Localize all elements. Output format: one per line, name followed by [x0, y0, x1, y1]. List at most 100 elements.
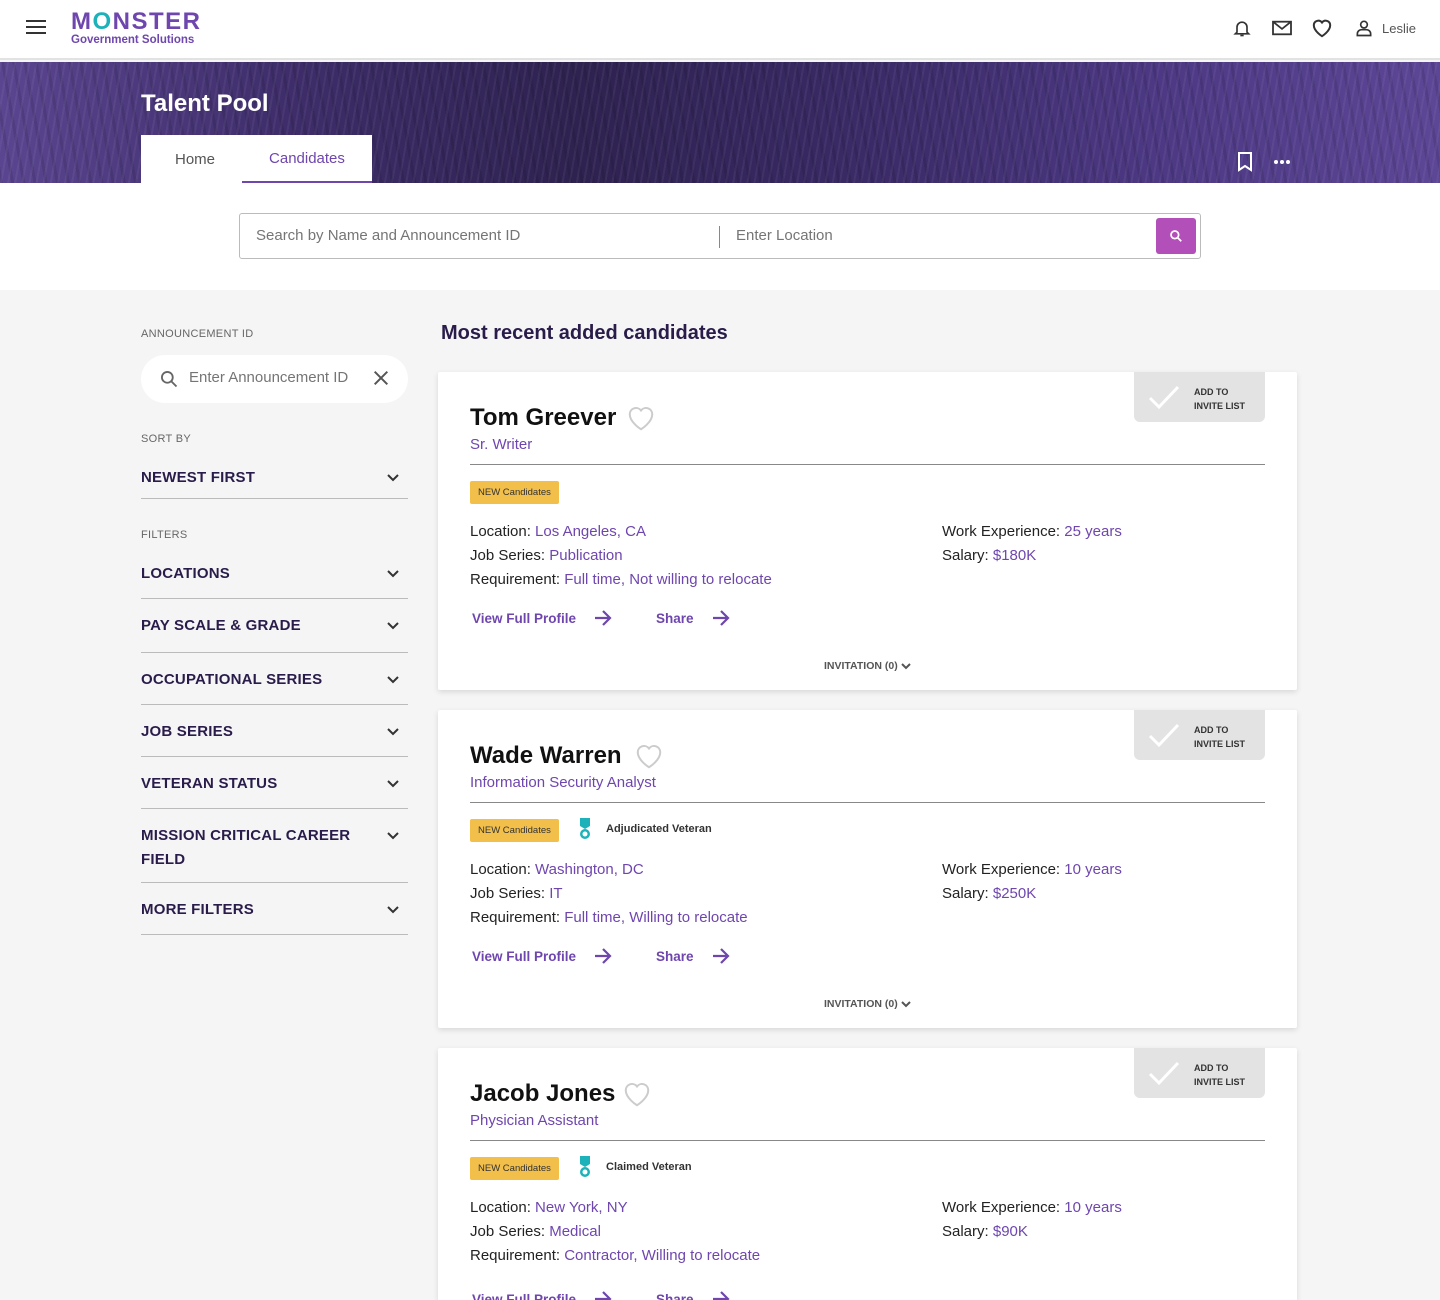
job-series-row: Job Series: Publication [470, 547, 623, 564]
user-icon[interactable] [1352, 16, 1376, 40]
location-value: Los Angeles, CA [535, 523, 646, 540]
work-experience-row: Work Experience: 10 years [942, 861, 1122, 878]
heart-icon[interactable] [634, 742, 664, 770]
candidate-name[interactable]: Wade Warren [470, 742, 622, 770]
candidate-card: ADD TO INVITE LIST Tom Greever Sr. Writer… [438, 372, 1297, 690]
announcement-id-input[interactable] [189, 369, 369, 386]
share-link[interactable]: Share [656, 1291, 730, 1300]
work-experience-value: 10 years [1064, 861, 1122, 878]
chevron-down-icon [387, 728, 399, 736]
share-link[interactable]: Share [656, 948, 730, 964]
requirement-row: Requirement: Full time, Willing to reloc… [470, 909, 748, 926]
search-icon [161, 371, 178, 388]
search-band [0, 183, 1440, 290]
hero-banner: Talent Pool Home Candidates [0, 62, 1440, 183]
more-icon[interactable] [1270, 150, 1294, 174]
announcement-label: ANNOUNCEMENT ID [141, 328, 254, 340]
view-full-profile-link[interactable]: View Full Profile [472, 1291, 612, 1300]
tab-candidates[interactable]: Candidates [242, 135, 372, 183]
logo-wordmark: MONSTER [71, 8, 202, 35]
close-icon[interactable] [372, 369, 390, 387]
veteran-status: Adjudicated Veteran [578, 818, 712, 840]
view-full-profile-link[interactable]: View Full Profile [472, 948, 612, 964]
filter-label: OCCUPATIONAL SERIES [141, 671, 323, 688]
chevron-down-icon [387, 780, 399, 788]
add-to-invite-list-button[interactable]: ADD TO INVITE LIST [1134, 372, 1265, 422]
arrow-right-icon [595, 1291, 612, 1300]
invite-label: ADD TO INVITE LIST [1194, 725, 1246, 749]
invitation-toggle[interactable]: INVITATION (0) [824, 998, 911, 1010]
filter-more-filters[interactable]: MORE FILTERS [141, 898, 408, 935]
filter-pay-scale-grade[interactable]: PAY SCALE & GRADE [141, 614, 408, 653]
candidate-details-right: Work Experience: 10 years Salary: $250K [942, 858, 1122, 906]
salary-value: $180K [992, 547, 1037, 564]
work-experience-value: 25 years [1064, 523, 1122, 540]
check-icon [1148, 723, 1180, 748]
location-row: Location: Los Angeles, CA [470, 523, 646, 540]
sort-label: SORT BY [141, 433, 191, 445]
veteran-status: Claimed Veteran [578, 1156, 692, 1178]
candidate-details-right: Work Experience: 25 years Salary: $180K [942, 520, 1122, 568]
add-to-invite-list-button[interactable]: ADD TO INVITE LIST [1134, 1048, 1265, 1098]
candidate-name[interactable]: Jacob Jones [470, 1080, 615, 1108]
section-title: Most recent added candidates [441, 322, 728, 344]
add-to-invite-list-button[interactable]: ADD TO INVITE LIST [1134, 710, 1265, 760]
heart-icon[interactable] [622, 1080, 652, 1108]
chevron-down-icon [900, 1001, 911, 1008]
top-actions: Leslie [1214, 16, 1416, 40]
candidate-card: ADD TO INVITE LIST Wade Warren Informatio… [438, 710, 1297, 1028]
salary-row: Salary: $250K [942, 885, 1037, 902]
filters-label: FILTERS [141, 529, 188, 541]
chevron-down-icon [387, 622, 399, 630]
invite-label: ADD TO INVITE LIST [1194, 387, 1246, 411]
work-experience-value: 10 years [1064, 1199, 1122, 1216]
search-button[interactable] [1156, 218, 1196, 254]
salary-value: $90K [992, 1223, 1028, 1240]
location-row: Location: Washington, DC [470, 861, 644, 878]
requirement-row: Requirement: Full time, Not willing to r… [470, 571, 772, 588]
user-name[interactable]: Leslie [1382, 21, 1416, 36]
tab-bar: Home Candidates [141, 135, 372, 183]
heart-icon[interactable] [1310, 16, 1334, 40]
top-navigation-bar: MONSTER Government Solutions Leslie [0, 0, 1440, 60]
invitation-toggle[interactable]: INVITATION (0) [824, 660, 911, 672]
filter-locations[interactable]: LOCATIONS [141, 562, 408, 599]
filter-job-series[interactable]: JOB SERIES [141, 720, 408, 757]
job-series-value: IT [549, 885, 563, 902]
candidate-job-title: Information Security Analyst [470, 774, 656, 791]
status-badge: NEW Candidates [470, 1157, 559, 1180]
bell-icon[interactable] [1230, 16, 1254, 40]
location-search-input[interactable] [736, 227, 1136, 244]
filter-label: JOB SERIES [141, 723, 234, 740]
share-link[interactable]: Share [656, 610, 730, 626]
job-series-value: Publication [549, 547, 623, 564]
invite-label: ADD TO INVITE LIST [1194, 1063, 1246, 1087]
sort-value: NEWEST FIRST [141, 469, 256, 486]
divider [470, 802, 1265, 803]
tab-home[interactable]: Home [141, 135, 242, 183]
filter-label: PAY SCALE & GRADE [141, 617, 301, 634]
heart-icon[interactable] [626, 404, 656, 432]
filter-label: VETERAN STATUS [141, 775, 278, 792]
filter-mission-critical-career-field[interactable]: MISSION CRITICAL CAREER FIELD [141, 824, 408, 883]
sort-dropdown[interactable]: NEWEST FIRST [141, 466, 408, 499]
menu-icon[interactable] [26, 20, 46, 36]
arrow-right-icon [712, 1291, 730, 1300]
location-row: Location: New York, NY [470, 1199, 628, 1216]
candidate-card: ADD TO INVITE LIST Jacob Jones Physician … [438, 1048, 1297, 1300]
filter-veteran-status[interactable]: VETERAN STATUS [141, 772, 408, 809]
logo[interactable]: MONSTER Government Solutions [71, 8, 202, 47]
hero-actions [1220, 150, 1294, 174]
candidate-job-title: Physician Assistant [470, 1112, 599, 1129]
announcement-search [141, 355, 408, 403]
salary-row: Salary: $180K [942, 547, 1037, 564]
filter-occupational-series[interactable]: OCCUPATIONAL SERIES [141, 668, 408, 705]
view-full-profile-link[interactable]: View Full Profile [472, 610, 612, 626]
candidate-name[interactable]: Tom Greever [470, 404, 616, 432]
candidate-details-left: Location: Washington, DC Job Series: IT … [470, 858, 748, 930]
search-icon [1170, 230, 1182, 242]
bookmark-icon[interactable] [1233, 150, 1257, 174]
name-search-input[interactable] [256, 227, 696, 244]
mail-icon[interactable] [1270, 16, 1294, 40]
requirement-row: Requirement: Contractor, Willing to relo… [470, 1247, 761, 1264]
